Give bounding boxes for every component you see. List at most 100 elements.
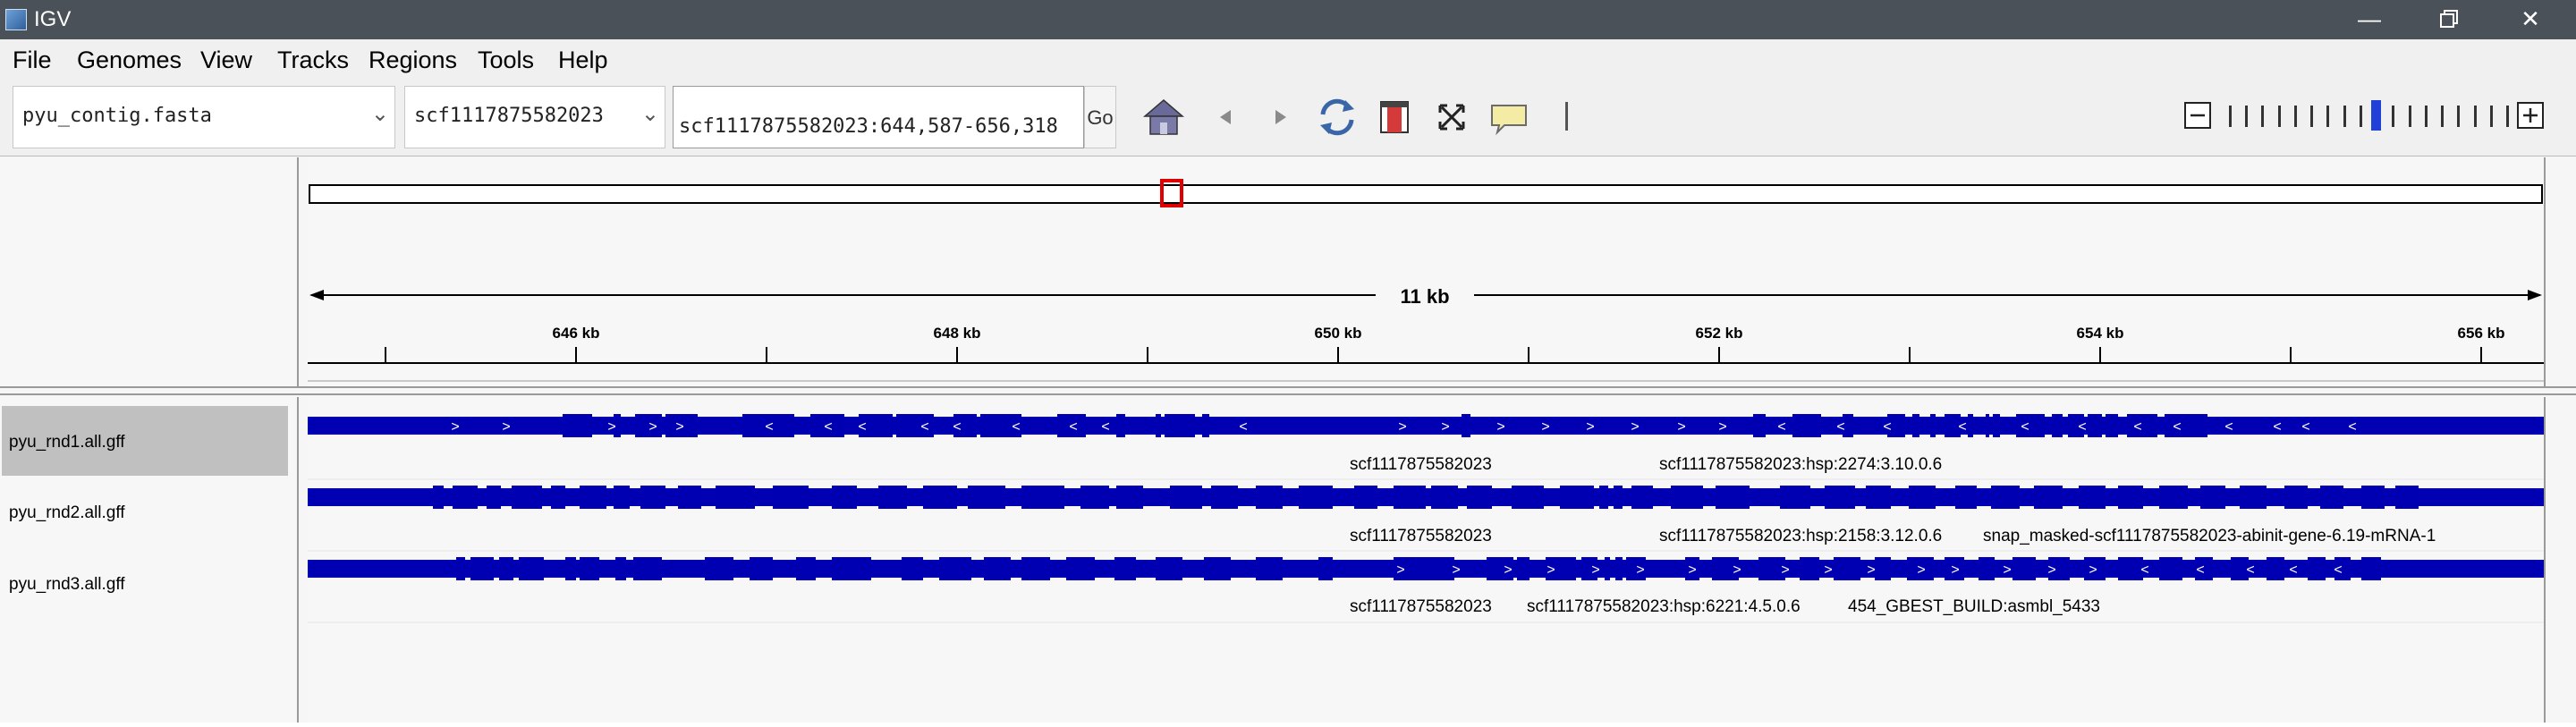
feature-exon[interactable] [1800, 557, 1819, 580]
zoom-tick[interactable] [2343, 106, 2346, 127]
track-name-rnd3[interactable]: pyu_rnd3.all.gff [9, 575, 125, 595]
home-icon[interactable] [1141, 95, 1186, 139]
feature-exon[interactable] [1834, 557, 1860, 580]
data-panel[interactable]: > > > > > < < < < < < < < < > > > > > > > > < < < < < < < < < < < < > > > > > >… [308, 397, 2544, 723]
zoom-out-icon[interactable] [2184, 102, 2211, 129]
menu-help[interactable]: Help [558, 46, 608, 74]
feature-exon[interactable] [519, 557, 544, 580]
feature-exon[interactable] [640, 486, 665, 509]
feature-exon[interactable] [615, 557, 626, 580]
feature-exon[interactable] [1080, 486, 1109, 509]
feature-exon[interactable] [1671, 486, 1703, 509]
feature-exon[interactable] [633, 557, 662, 580]
feature-exon[interactable] [1517, 557, 1530, 580]
zoom-tick[interactable] [2408, 106, 2411, 127]
feature-exon[interactable] [1512, 486, 1544, 509]
menu-genomes[interactable]: Genomes [77, 46, 182, 74]
zoom-tick[interactable] [2457, 106, 2461, 127]
feature-exon[interactable] [1912, 414, 1919, 437]
feature-exon[interactable] [1156, 414, 1161, 437]
feature-exon[interactable] [580, 486, 606, 509]
feature-exon[interactable] [433, 486, 444, 509]
menu-tracks[interactable]: Tracks [277, 46, 349, 74]
feature-exon[interactable] [1116, 486, 1143, 509]
feature-exon[interactable] [1467, 486, 1492, 509]
feature-exon[interactable] [1780, 486, 1810, 509]
feature-exon[interactable] [923, 486, 957, 509]
feature-exon[interactable] [2127, 414, 2157, 437]
zoom-tick[interactable] [2261, 106, 2265, 127]
zoom-tick[interactable] [2424, 106, 2428, 127]
close-icon[interactable]: ✕ [2490, 0, 2571, 39]
feature-exon[interactable] [1930, 414, 1936, 437]
feature-exon[interactable] [2106, 414, 2118, 437]
feature-exon[interactable] [1792, 414, 1821, 437]
popup-text-icon[interactable] [1487, 95, 1531, 139]
refresh-icon[interactable] [1315, 95, 1360, 139]
locus-input[interactable] [673, 86, 1084, 148]
feature-exon[interactable] [1204, 557, 1231, 580]
feature-exon[interactable] [2118, 557, 2143, 580]
go-button[interactable]: Go [1084, 86, 1116, 148]
zoom-tick[interactable] [2489, 106, 2493, 127]
track-name-rnd1[interactable]: pyu_rnd1.all.gff [9, 433, 125, 452]
feature-exon[interactable] [2240, 486, 2267, 509]
feature-exon[interactable] [563, 414, 592, 437]
feature-exon[interactable] [453, 486, 478, 509]
feature-exon[interactable] [499, 557, 513, 580]
feature-exon[interactable] [1716, 486, 1750, 509]
feature-exon[interactable] [614, 486, 630, 509]
feature-exon[interactable] [1256, 557, 1283, 580]
feature-exon[interactable] [2308, 557, 2326, 580]
feature-exon[interactable] [1614, 486, 1623, 509]
feature-exon[interactable] [1599, 486, 1608, 509]
feature-exon[interactable] [1116, 414, 1125, 437]
feature-exon[interactable] [1211, 486, 1238, 509]
feature-exon[interactable] [1979, 557, 1995, 580]
feature-exon[interactable] [1299, 486, 1333, 509]
feature-exon[interactable] [2267, 557, 2284, 580]
feature-exon[interactable] [716, 486, 755, 509]
genome-select[interactable]: pyu_contig.fasta ⌄ [13, 86, 395, 148]
feature-exon[interactable] [705, 557, 733, 580]
feature-exon[interactable] [1993, 414, 2000, 437]
feature-exon[interactable] [2088, 414, 2102, 437]
feature-exon[interactable] [487, 486, 501, 509]
zoom-in-icon[interactable] [2517, 102, 2544, 129]
feature-exon[interactable] [832, 557, 871, 580]
feature-exon[interactable] [1825, 486, 1855, 509]
feature-exon[interactable] [1066, 557, 1095, 580]
back-icon[interactable] [1204, 95, 1249, 139]
feature-exon[interactable] [1165, 414, 1195, 437]
feature-exon[interactable] [750, 557, 773, 580]
feature-exon[interactable] [551, 486, 565, 509]
feature-exon[interactable] [832, 486, 857, 509]
zoom-tick[interactable] [2326, 106, 2330, 127]
feature-exon[interactable] [2320, 486, 2343, 509]
feature-exon[interactable] [1968, 414, 1973, 437]
feature-exon[interactable] [1875, 557, 1891, 580]
zoom-slider[interactable] [2225, 98, 2510, 134]
feature-exon[interactable] [2159, 486, 2188, 509]
minimize-icon[interactable]: — [2329, 0, 2410, 39]
menu-view[interactable]: View [200, 46, 252, 74]
zoom-tick[interactable] [2473, 106, 2477, 127]
feature-exon[interactable] [512, 486, 542, 509]
chromosome-select[interactable]: scf1117875582023 ⌄ [404, 86, 665, 148]
feature-exon[interactable] [1462, 414, 1470, 437]
feature-exon[interactable] [1753, 414, 1766, 437]
zoom-tick[interactable] [2506, 106, 2509, 127]
feature-exon[interactable] [1318, 557, 1333, 580]
feature-exon[interactable] [1986, 414, 1989, 437]
feature-exon[interactable] [968, 486, 1005, 509]
menu-file[interactable]: File [13, 46, 52, 74]
zoom-tick[interactable] [2310, 106, 2314, 127]
feature-exon[interactable] [1114, 557, 1136, 580]
feature-exon[interactable] [678, 486, 701, 509]
feature-exon[interactable] [580, 557, 599, 580]
menu-regions[interactable]: Regions [369, 46, 457, 74]
ruler-panel[interactable]: 11 kb 646 kb 648 kb 650 kb 652 kb 654 kb 656 … [308, 157, 2544, 386]
track-name-rnd2[interactable]: pyu_rnd2.all.gff [9, 503, 125, 523]
feature-exon[interactable] [1866, 486, 1891, 509]
feature-exon[interactable] [878, 486, 907, 509]
